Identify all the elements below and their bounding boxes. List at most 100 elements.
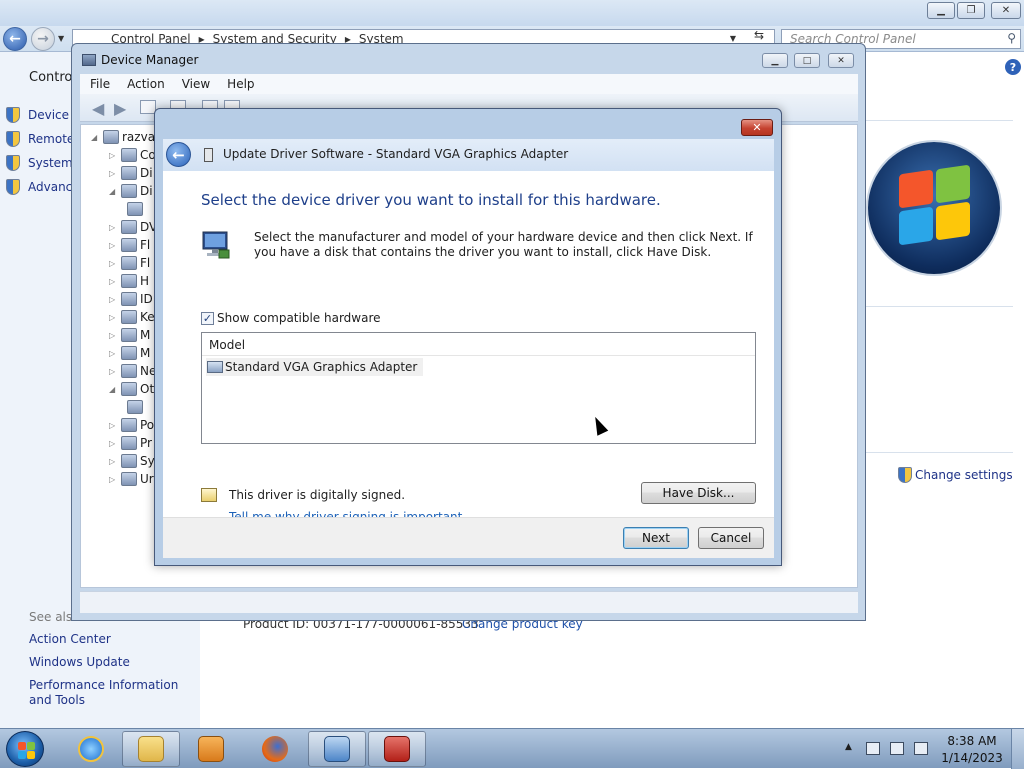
menu-help[interactable]: Help (227, 77, 254, 91)
tree-item[interactable]: ▷ Sy (109, 454, 155, 468)
recent-pages-dropdown-icon[interactable]: ▼ (58, 34, 64, 43)
back-arrow-icon[interactable]: ◀ (92, 99, 104, 118)
tree-item[interactable]: ◢ Ot (109, 382, 154, 396)
change-settings-label: Change settings (915, 468, 1013, 482)
tree-item[interactable]: ▷ Po (109, 418, 154, 432)
tree-item[interactable]: ▷ DV (109, 220, 157, 234)
help-icon[interactable]: ? (1005, 59, 1021, 75)
model-name: Standard VGA Graphics Adapter (225, 360, 418, 374)
tree-item[interactable] (127, 202, 146, 216)
list-item[interactable]: Standard VGA Graphics Adapter (206, 358, 424, 376)
tree-item[interactable]: ▷ Fl (109, 256, 150, 270)
show-desktop-button[interactable] (1011, 729, 1024, 769)
maximize-button[interactable]: □ (794, 53, 820, 68)
collapse-icon[interactable]: ◢ (91, 133, 101, 142)
clock-time[interactable]: 8:38 AM (940, 734, 1004, 748)
media-player-icon (198, 736, 224, 762)
tree-item-label: Ke (140, 310, 155, 324)
sidebar-link-remote[interactable]: Remote (6, 131, 74, 147)
device-manager-title: Device Manager (101, 53, 199, 67)
refresh-icon[interactable]: ⇆ (754, 28, 764, 42)
forward-button[interactable]: → (31, 27, 55, 51)
action-center-link[interactable]: Action Center (29, 632, 199, 647)
menu-action[interactable]: Action (127, 77, 165, 91)
windows-update-link[interactable]: Windows Update (29, 655, 199, 670)
device-icon (121, 256, 137, 270)
menu-view[interactable]: View (182, 77, 210, 91)
firefox-taskbar-button[interactable] (246, 731, 304, 767)
back-button[interactable]: ← (3, 27, 27, 51)
tree-item[interactable]: ▷ Fl (109, 238, 150, 252)
device-icon (121, 436, 137, 450)
dialog-title: Update Driver Software - Standard VGA Gr… (223, 147, 569, 161)
action-center-flag-icon[interactable] (866, 742, 880, 755)
update-driver-dialog: ✕ ← Update Driver Software - Standard VG… (154, 108, 782, 566)
tree-item[interactable] (127, 400, 146, 414)
tree-item[interactable]: ▷ Ne (109, 364, 156, 378)
tree-item[interactable]: ▷ Ur (109, 472, 154, 486)
tree-item-label: M (140, 346, 151, 360)
forward-arrow-icon[interactable]: ▶ (114, 99, 126, 118)
cancel-button[interactable]: Cancel (698, 527, 764, 549)
explorer-taskbar-button[interactable] (122, 731, 180, 767)
shield-icon (6, 155, 20, 171)
media-player-taskbar-button[interactable] (182, 731, 240, 767)
divider (866, 120, 1013, 121)
tree-item[interactable]: ◢ Di (109, 184, 153, 198)
volume-muted-icon[interactable] (914, 742, 928, 755)
digital-signature-icon (201, 488, 217, 502)
back-button[interactable]: ← (166, 142, 191, 167)
sidebar-title[interactable]: Control (29, 70, 76, 85)
change-settings-link[interactable]: Change settings (898, 467, 1013, 483)
tree-root[interactable]: ◢ razvar (91, 130, 160, 144)
tree-item[interactable]: ▷ H (109, 274, 149, 288)
menu-file[interactable]: File (90, 77, 110, 91)
tree-item[interactable]: ▷ Co (109, 148, 156, 162)
tree-item[interactable]: ▷ ID (109, 292, 153, 306)
divider (866, 452, 1013, 453)
tree-item[interactable]: ▷ M (109, 328, 150, 342)
sidebar-link-advanced[interactable]: Advance (6, 179, 80, 195)
restore-button[interactable]: ❐ (957, 2, 985, 19)
dialog-heading: Select the device driver you want to ins… (201, 191, 661, 209)
dialog-body: ← Update Driver Software - Standard VGA … (163, 139, 774, 558)
display-adapter-icon (207, 361, 223, 373)
device-icon (121, 472, 137, 486)
tree-item[interactable]: ▷ Pr (109, 436, 152, 450)
tree-item[interactable]: ▷ Di (109, 166, 153, 180)
tree-item[interactable]: ▷ Ke (109, 310, 155, 324)
search-icon[interactable]: ⚲ (1007, 31, 1016, 45)
show-hidden-icons-icon[interactable]: ▲ (845, 742, 852, 752)
show-compatible-checkbox[interactable]: ✓ (201, 311, 214, 325)
tree-item-label: Fl (140, 238, 151, 252)
start-button[interactable] (6, 731, 44, 767)
close-button[interactable]: ✕ (741, 119, 773, 136)
device-manager-taskbar-button[interactable] (368, 731, 426, 767)
show-compatible-row[interactable]: ✓ Show compatible hardware (201, 311, 381, 325)
sidebar-link-system-protection[interactable]: System (6, 155, 73, 171)
have-disk-button[interactable]: Have Disk... (641, 482, 756, 504)
network-icon[interactable] (890, 742, 904, 755)
computer-icon (103, 130, 119, 144)
clock-date[interactable]: 1/14/2023 (940, 751, 1004, 765)
display-adapters-icon (121, 184, 137, 198)
internet-explorer-taskbar-button[interactable] (62, 731, 120, 767)
next-button[interactable]: Next (623, 527, 689, 549)
minimize-button[interactable]: ▁ (762, 53, 788, 68)
control-panel-taskbar-button[interactable] (308, 731, 366, 767)
tree-item-label: Di (140, 184, 153, 198)
tree-item-label: Fl (140, 256, 151, 270)
tree-item-label: Sy (140, 454, 155, 468)
minimize-button[interactable]: ▁ (927, 2, 955, 19)
model-list[interactable]: Model Standard VGA Graphics Adapter (201, 332, 756, 444)
close-button[interactable]: ✕ (828, 53, 854, 68)
tree-item-label: Ot (140, 382, 155, 396)
tree-item[interactable]: ▷ M (109, 346, 150, 360)
device-icon (121, 220, 137, 234)
model-column-header[interactable]: Model (202, 333, 755, 356)
close-button[interactable]: ✕ (991, 2, 1021, 19)
divider (866, 306, 1013, 307)
show-compatible-label[interactable]: Show compatible hardware (217, 311, 381, 325)
performance-info-link[interactable]: Performance Information and Tools (29, 678, 199, 708)
address-dropdown-icon[interactable]: ▼ (730, 34, 736, 43)
